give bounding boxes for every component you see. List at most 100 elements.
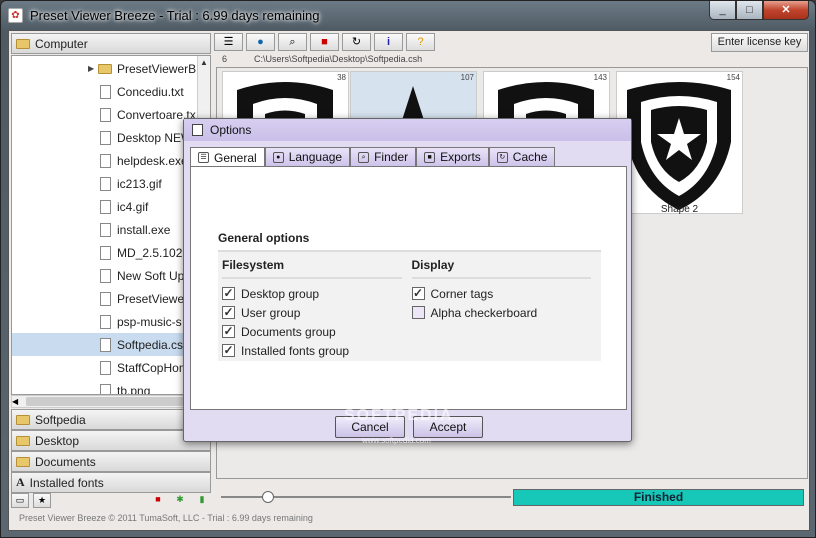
option-user-group[interactable]: ✓ User group [222,303,412,322]
item-count: 6 [222,54,228,64]
tree-item[interactable]: Softpedia.csh [12,333,197,356]
checkbox[interactable]: ✓ [411,287,425,300]
display-column: Display ✓ Corner tags Alpha checkerboard [411,256,602,361]
enter-license-button[interactable]: Enter license key [711,33,808,52]
tab-language[interactable]: ● Language [264,147,351,166]
close-button[interactable]: ✕ [763,1,809,20]
tree-item[interactable]: MD_2.5.102. [12,241,197,264]
scroll-up-icon[interactable]: ▲ [198,56,210,69]
path-bar: 6 C:\Users\Softpedia\Desktop\Softpedia.cs… [222,54,422,64]
search-icon[interactable]: ⌕ [278,33,307,51]
tree-item-label: New Soft Upd [117,268,192,283]
option-alpha-checkerboard[interactable]: Alpha checkerboard [411,303,602,322]
general-panel: General options Filesystem ✓ Desktop grou… [190,166,627,410]
group-documents[interactable]: Documents [11,451,211,472]
list-view-icon[interactable]: ☰ [214,33,243,51]
expand-icon[interactable]: ▶ [88,64,94,73]
tree-item-label: psp-music-s [117,314,182,329]
save-icon: ■ [424,151,436,163]
tab-cache[interactable]: ↻ Cache [488,147,556,166]
group-desktop[interactable]: Desktop [11,430,211,451]
checkbox[interactable]: ✓ [222,325,235,338]
group-computer[interactable]: Computer [11,33,211,54]
dialog-title-bar[interactable]: Options [184,119,631,141]
minimize-button[interactable]: _ [709,1,736,20]
tab-general[interactable]: ☰ General [190,147,265,167]
tree-item[interactable]: tb.png [12,379,197,394]
tree-item-label: helpdesk.exe [117,153,188,168]
group-softpedia[interactable]: Softpedia [11,409,211,430]
option-documents-group[interactable]: ✓ Documents group [222,322,412,341]
option-installed-fonts-group[interactable]: ✓ Installed fonts group [222,341,412,360]
star-icon[interactable]: ★ [33,492,51,508]
thumbnail[interactable]: 154 Shape 2 [616,71,743,215]
scrollbar-thumb[interactable] [26,397,186,406]
checkbox[interactable]: ✓ [222,287,235,300]
tab-finder[interactable]: ⌕ Finder [350,147,417,166]
tree-item[interactable]: Convertoare.tx [12,103,197,126]
file-icon [100,153,111,168]
title-bar[interactable]: ✿ Preset Viewer Breeze - Trial : 6.99 da… [1,1,815,30]
globe-icon: ● [272,151,284,163]
tree-item[interactable]: ▶ PresetViewerB [12,57,197,80]
tab-label: Exports [440,150,481,164]
tree-item[interactable]: New Soft Upd [12,264,197,287]
scroll-left-icon[interactable]: ◀ [12,397,18,406]
checkbox[interactable]: ✓ [222,344,235,357]
horizontal-scrollbar[interactable]: ◀ [11,395,211,408]
file-icon [100,107,111,122]
slider-knob[interactable] [261,491,274,503]
tree-item[interactable]: psp-music-s [12,310,197,333]
corner-tag: 143 [593,73,607,82]
checkbox[interactable] [411,306,425,319]
file-icon [100,84,111,99]
folder-icon [16,38,30,49]
option-corner-tags[interactable]: ✓ Corner tags [411,284,602,303]
checkbox[interactable]: ✓ [222,306,235,319]
search-icon: ⌕ [358,151,370,163]
file-icon [100,176,111,191]
tree-item[interactable]: StaffCopHom [12,356,197,379]
open-icon[interactable]: ▭ [11,492,29,508]
info-icon[interactable]: i [374,33,403,51]
tree-item[interactable]: ic4.gif [12,195,197,218]
tab-label: Finder [374,150,409,164]
save-icon[interactable]: ■ [310,33,339,51]
dialog-title: Options [210,123,252,137]
tab-label: Language [288,150,343,164]
file-icon [100,268,111,283]
maximize-button[interactable]: □ [736,1,763,20]
tree-item[interactable]: Concediu.txt [12,80,197,103]
filesystem-column: Filesystem ✓ Desktop group ✓ User group ✓ Doc… [222,256,412,361]
checkbox-label: Desktop group [241,286,320,301]
network-icon[interactable]: ✱ [171,493,189,508]
file-icon [100,199,111,214]
tab-label: General [214,150,257,165]
group-label: Computer [35,36,88,51]
refresh-icon[interactable]: ↻ [342,33,371,51]
folder-icon [16,414,30,425]
group-label: Desktop [35,433,80,448]
zoom-slider[interactable] [221,489,511,505]
options-icon [192,124,203,136]
window-title: Preset Viewer Breeze - Trial : 6.99 days… [30,8,320,23]
tree-item-label: PresetViewerB [117,61,197,76]
file-icon [100,360,111,375]
tab-exports[interactable]: ■ Exports [416,147,489,166]
tree-item[interactable]: ic213.gif [12,172,197,195]
help-icon[interactable]: ? [406,33,435,51]
tree-item[interactable]: install.exe [12,218,197,241]
checkbox-label: Installed fonts group [241,343,350,358]
option-desktop-group[interactable]: ✓ Desktop group [222,284,412,303]
tree-item[interactable]: PresetViewer [12,287,197,310]
tree-item[interactable]: Desktop NEW [12,126,197,149]
watermark-logo: SOFTPEDIA [344,407,454,424]
corner-tag: 38 [337,73,346,82]
tree-item[interactable]: helpdesk.exe [12,149,197,172]
globe-icon[interactable]: ● [246,33,275,51]
folder-icon [16,435,30,446]
tab-label: Cache [512,150,548,164]
tree-item-label: MD_2.5.102. [117,245,186,260]
trash-icon[interactable]: ▮ [193,493,211,508]
save-icon[interactable]: ■ [149,493,167,508]
